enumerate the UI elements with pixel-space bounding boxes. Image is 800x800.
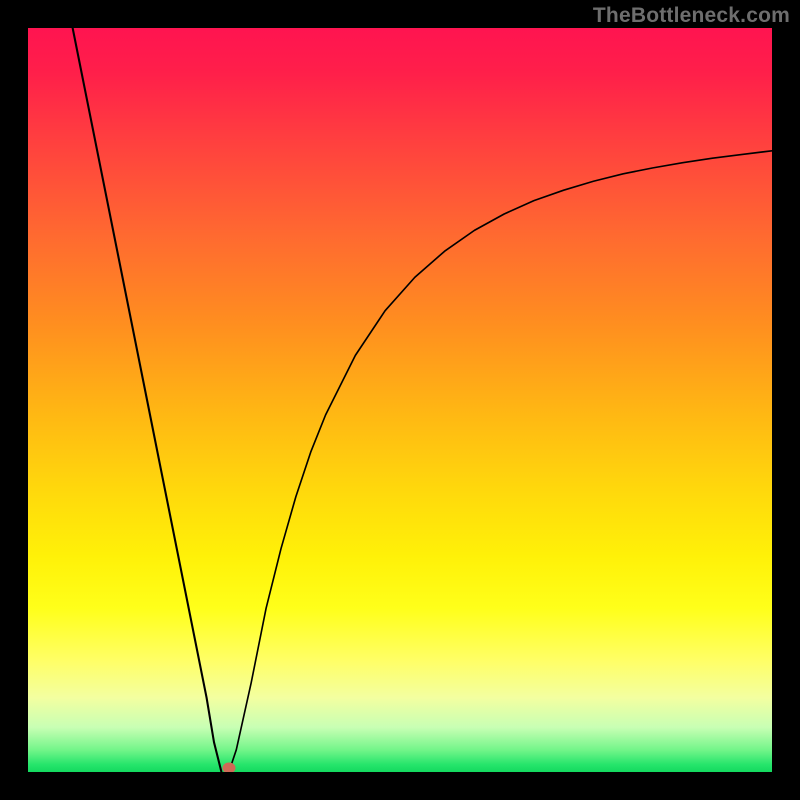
watermark-text: TheBottleneck.com — [593, 4, 790, 28]
plot-area — [28, 28, 772, 772]
optimum-marker — [222, 763, 235, 773]
curve-left-branch — [73, 28, 222, 772]
chart-frame: TheBottleneck.com — [0, 0, 800, 800]
bottleneck-curve — [28, 28, 772, 772]
curve-right-branch — [229, 151, 772, 772]
